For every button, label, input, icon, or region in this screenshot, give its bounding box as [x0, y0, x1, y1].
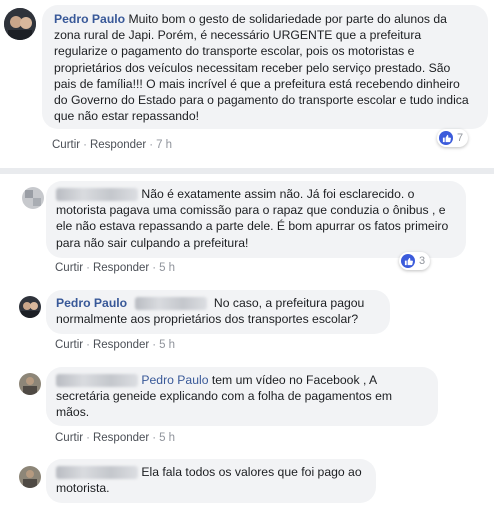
redacted-author-name — [56, 188, 138, 202]
like-link[interactable]: Curtir — [55, 432, 83, 444]
profile-photo-icon — [19, 296, 41, 318]
reaction-count[interactable]: 7 — [437, 129, 469, 147]
like-link[interactable]: Curtir — [55, 339, 83, 351]
comment-actions: Curtir · Responder · 7 h — [52, 139, 173, 151]
comment-bubble: Ela fala todos os valores que foi pago a… — [46, 459, 376, 503]
profile-photo-icon — [4, 8, 36, 40]
like-link[interactable]: Curtir — [52, 139, 80, 151]
thumbs-up-icon — [439, 131, 453, 145]
timestamp[interactable]: 5 h — [159, 339, 175, 351]
redacted-mention — [134, 297, 207, 311]
profile-photo-icon — [19, 373, 41, 395]
profile-photo-icon — [19, 466, 41, 488]
comment-author[interactable]: Pedro Paulo — [56, 296, 127, 310]
reply-link[interactable]: Responder — [93, 432, 149, 444]
reaction-number: 3 — [419, 255, 426, 267]
comment-actions: Curtir · Responder · 5 h — [55, 262, 176, 274]
comment-text: Muito bom o gesto de solidariedade por p… — [54, 12, 469, 124]
reply-link[interactable]: Responder — [90, 139, 146, 151]
comment-author[interactable]: Pedro Paulo — [54, 12, 125, 26]
comment-bubble: Pedro Paulo Muito bom o gesto de solidar… — [42, 5, 488, 129]
profile-photo-icon — [22, 187, 44, 209]
redacted-author-name — [56, 466, 138, 480]
comment-bubble: Pedro Paulo No caso, a prefeitura pagou … — [46, 290, 390, 334]
comment-bubble: Não é exatamente assim não. Já foi escla… — [46, 181, 466, 258]
avatar[interactable] — [4, 8, 36, 40]
timestamp[interactable]: 5 h — [159, 432, 175, 444]
avatar[interactable] — [19, 296, 41, 318]
reply-link[interactable]: Responder — [93, 262, 149, 274]
avatar[interactable] — [19, 466, 41, 488]
reaction-count[interactable]: 3 — [399, 252, 431, 270]
like-link[interactable]: Curtir — [55, 262, 83, 274]
section-divider — [0, 168, 494, 174]
comment-bubble: Pedro Paulo tem um vídeo no Facebook , A… — [46, 367, 438, 426]
avatar[interactable] — [22, 187, 44, 209]
timestamp[interactable]: 5 h — [159, 262, 175, 274]
mention-link[interactable]: Pedro Paulo — [141, 373, 208, 387]
reaction-number: 7 — [457, 132, 464, 144]
reply-link[interactable]: Responder — [93, 339, 149, 351]
comment-actions: Curtir · Responder · 5 h — [55, 432, 176, 444]
timestamp[interactable]: 7 h — [156, 139, 172, 151]
redacted-author-name — [56, 374, 138, 388]
avatar[interactable] — [19, 373, 41, 395]
comment-actions: Curtir · Responder · 5 h — [55, 339, 176, 351]
thumbs-up-icon — [401, 254, 415, 268]
